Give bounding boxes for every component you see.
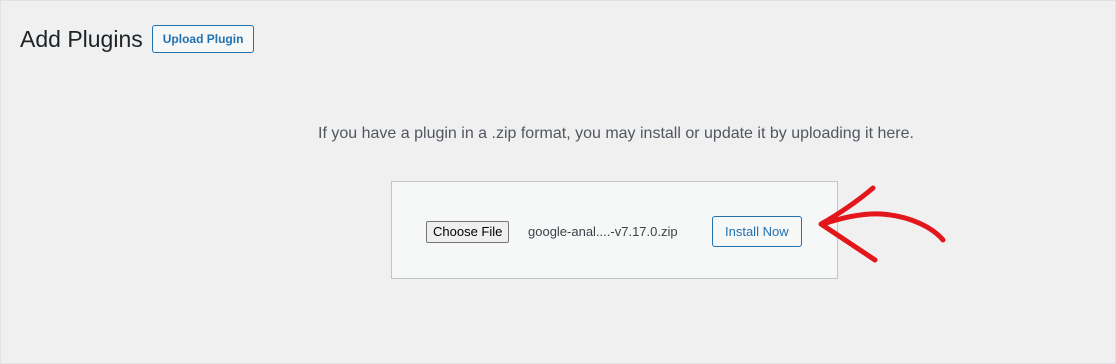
red-arrow-icon [818,185,946,263]
choose-file-button[interactable]: Choose File [426,221,510,243]
app-frame: Add Plugins Upload Plugin If you have a … [0,0,1116,364]
selected-file-name: google-anal....-v7.17.0.zip [528,224,678,239]
page-title: Add Plugins [20,26,143,52]
upload-plugin-button[interactable]: Upload Plugin [151,25,255,53]
page-header: Add Plugins Upload Plugin [20,23,255,55]
upload-help-text: If you have a plugin in a .zip format, y… [318,125,914,142]
upload-plugin-form: Choose File google-anal....-v7.17.0.zip … [391,181,838,279]
install-now-button[interactable]: Install Now [712,216,802,247]
